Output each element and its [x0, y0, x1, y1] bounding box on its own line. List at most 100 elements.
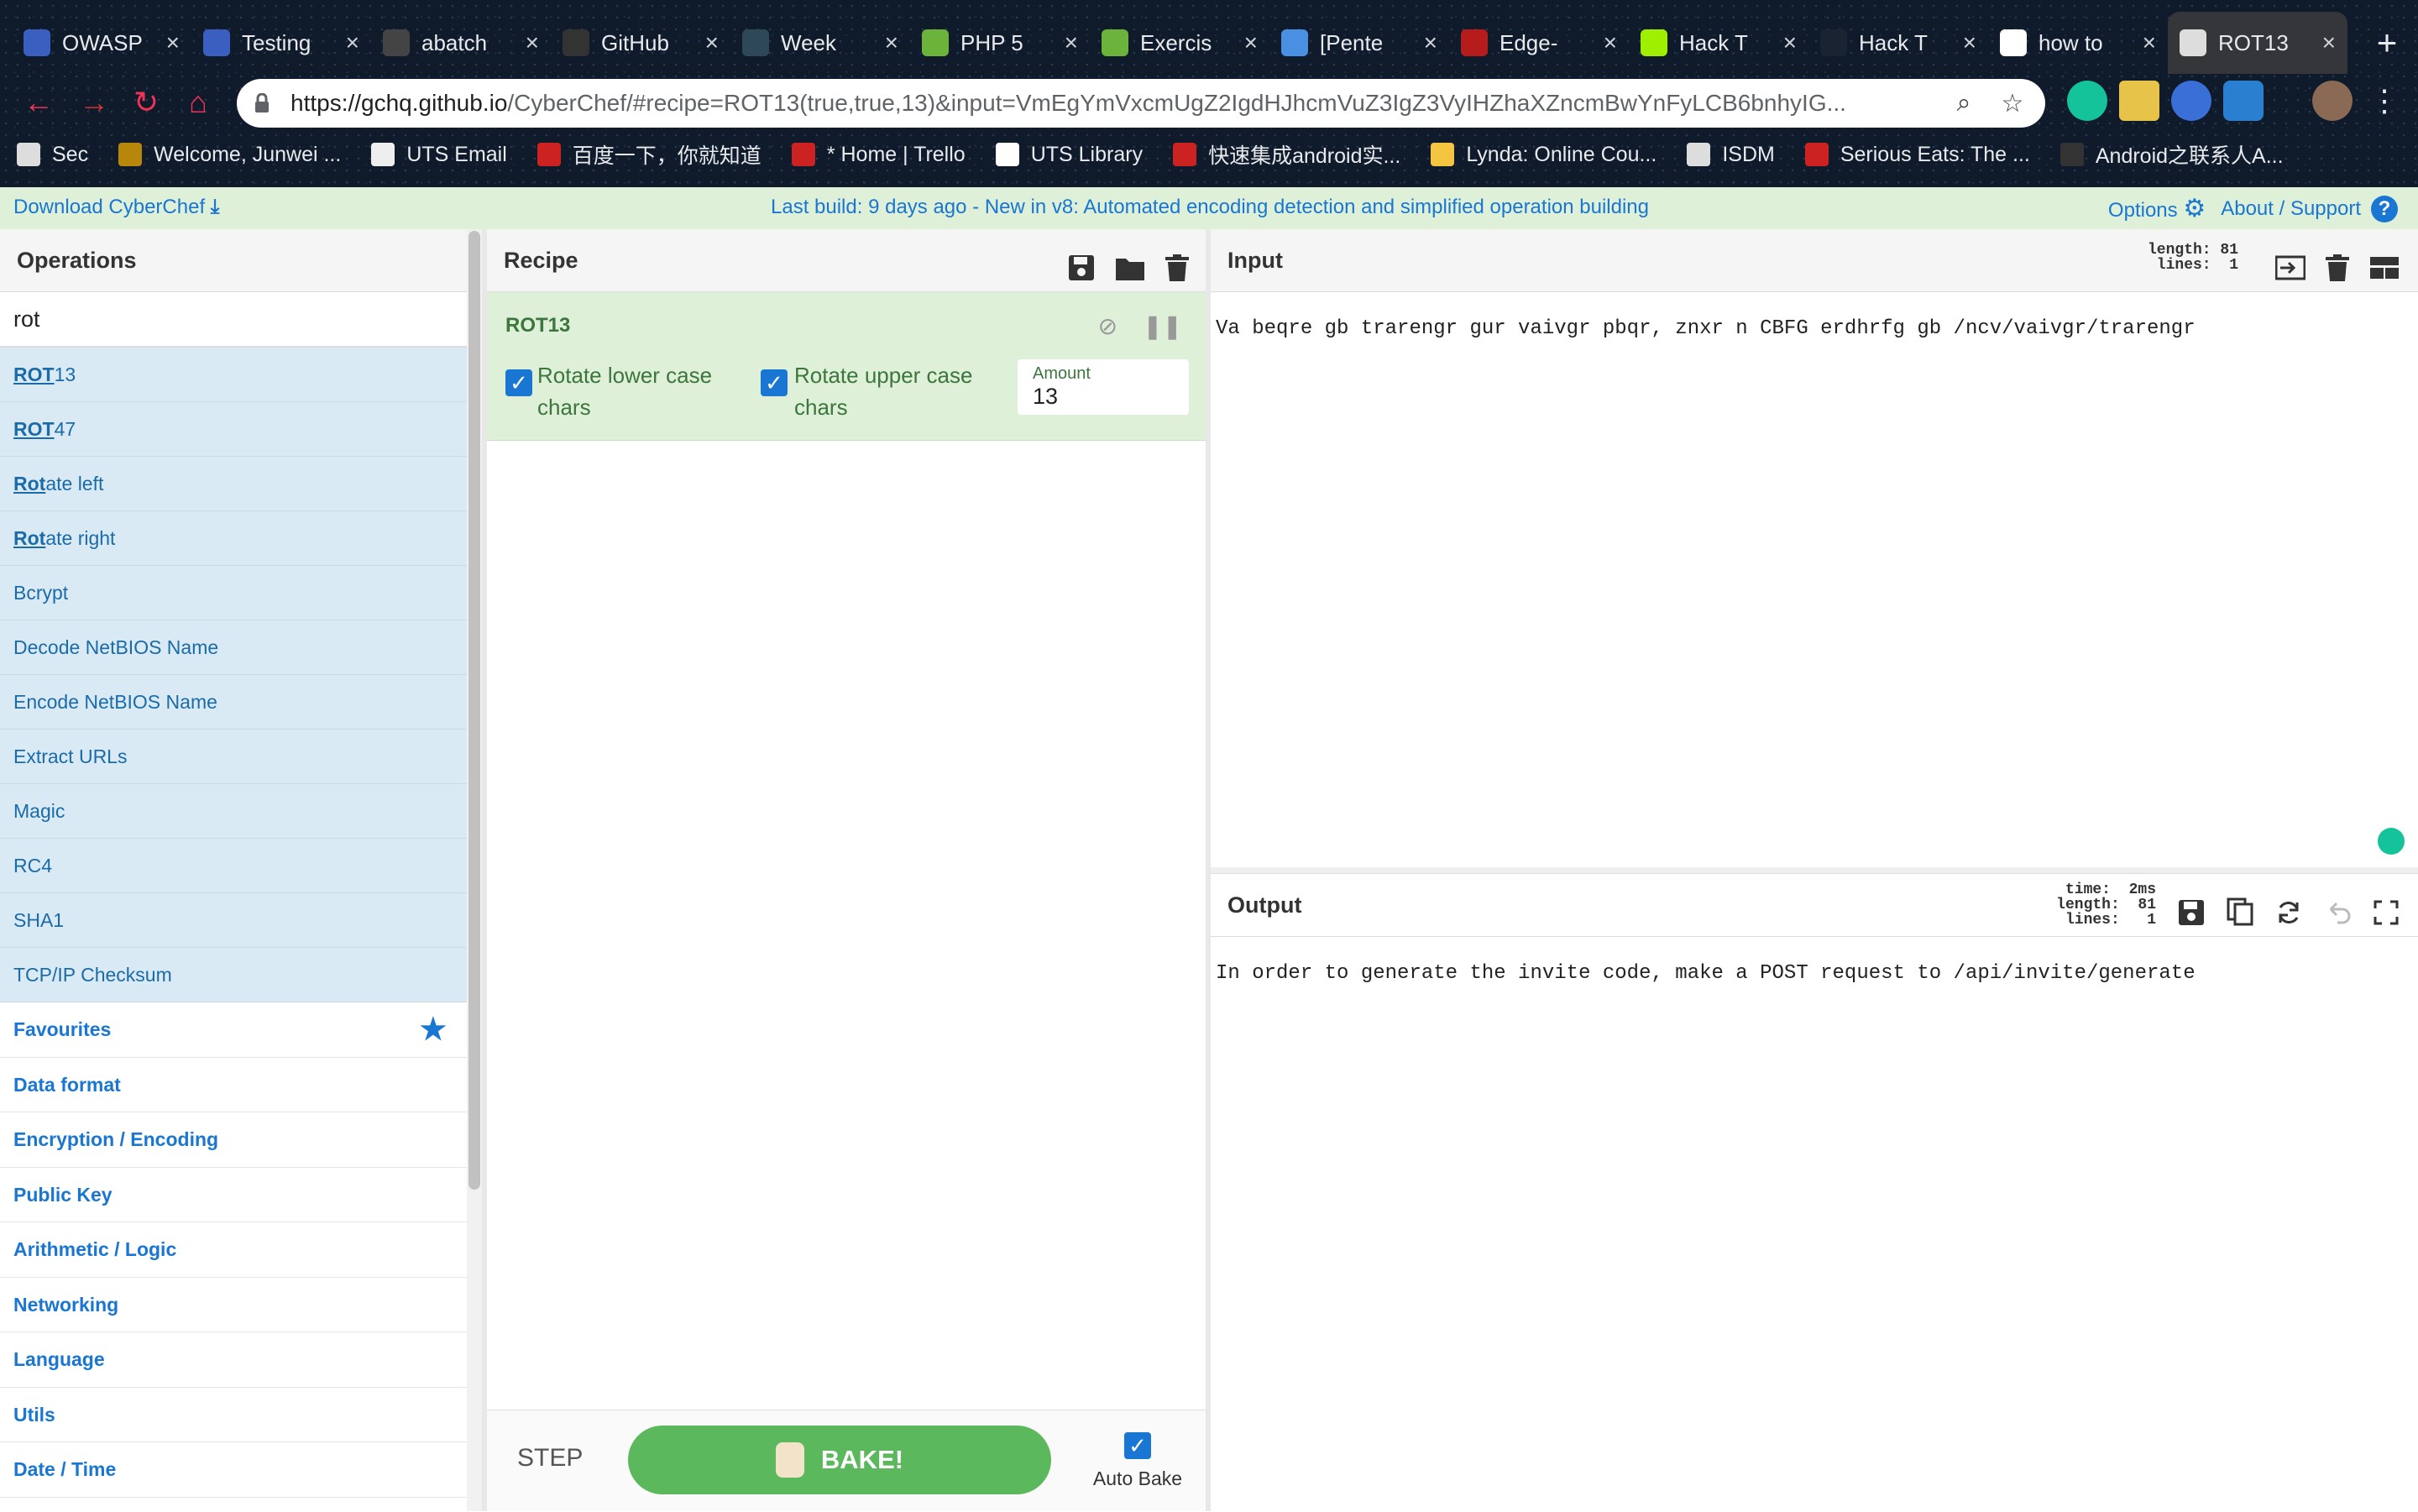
browser-tab[interactable]: PHP 5 × [910, 12, 1090, 74]
operation-item[interactable]: ROT47 [0, 402, 467, 457]
category-item[interactable]: Networking [0, 1278, 467, 1332]
category-item[interactable]: Data format [0, 1058, 467, 1112]
category-item[interactable]: Date / Time [0, 1442, 467, 1498]
browser-tab[interactable]: Edge- × [1449, 12, 1629, 74]
close-tab-icon[interactable]: × [346, 29, 359, 56]
step-button[interactable]: STEP [517, 1444, 583, 1473]
operation-item[interactable]: Rotate right [0, 511, 467, 566]
auto-bake-checkbox[interactable]: ✓ [1124, 1432, 1151, 1459]
home-icon[interactable]: ⌂ [180, 84, 217, 121]
bookmark-item[interactable]: Lynda: Online Cou... [1431, 143, 1656, 167]
io-splitter[interactable] [1211, 867, 2418, 873]
extension-badge-icon[interactable] [2223, 81, 2264, 121]
scrollbar-thumb[interactable] [468, 231, 480, 1190]
close-tab-icon[interactable]: × [1783, 29, 1797, 56]
operation-item[interactable]: Decode NetBIOS Name [0, 620, 467, 675]
browser-tab[interactable]: how to × [1988, 12, 2168, 74]
breakpoint-icon[interactable]: ❚❚ [1143, 312, 1182, 340]
amount-value[interactable]: 13 [1033, 384, 1174, 410]
input-textarea[interactable]: Va beqre gb trarengr gur vaivgr pbqr, zn… [1211, 292, 2418, 365]
disable-icon[interactable]: ⊘ [1098, 312, 1117, 340]
operation-item[interactable]: Extract URLs [0, 730, 467, 784]
options-link[interactable]: Options ⚙ [2108, 194, 2206, 223]
close-tab-icon[interactable]: × [1424, 29, 1437, 56]
auto-bake-toggle[interactable]: ✓ Auto Bake [1091, 1432, 1184, 1490]
category-item[interactable]: Utils [0, 1388, 467, 1442]
close-tab-icon[interactable]: × [705, 29, 719, 56]
bookmark-item[interactable]: UTS Library [995, 143, 1143, 167]
browser-tab[interactable]: abatch × [371, 12, 551, 74]
grammarly-icon[interactable] [2067, 81, 2107, 121]
close-tab-icon[interactable]: × [2143, 29, 2156, 56]
copy-output-icon[interactable] [2227, 887, 2253, 950]
close-tab-icon[interactable]: × [1244, 29, 1258, 56]
about-support-link[interactable]: About / Support ? [2221, 195, 2398, 222]
forward-icon[interactable]: → [76, 84, 113, 121]
menu-icon[interactable]: ⋮ [2364, 81, 2405, 121]
bookmark-item[interactable]: 百度一下，你就知道 [536, 139, 762, 170]
browser-tab[interactable]: Exercis × [1090, 12, 1269, 74]
reload-icon[interactable]: ↻ [128, 84, 165, 121]
category-item[interactable]: Favourites ★ [0, 1002, 467, 1058]
close-tab-icon[interactable]: × [2322, 29, 2336, 56]
bookmark-item[interactable]: Android之联系人A... [2059, 139, 2284, 170]
add-input-icon[interactable] [2274, 243, 2306, 305]
recipe-operation-rot13[interactable]: ROT13 ⊘ ❚❚ ✓ Rotate lower case chars ✓ R… [487, 292, 1206, 441]
extension-icon[interactable] [2119, 81, 2159, 121]
operations-scrollbar[interactable] [467, 229, 482, 1511]
undo-icon[interactable] [2324, 887, 2351, 950]
zoom-icon[interactable]: ⌕ [1948, 89, 1980, 118]
bookmark-item[interactable]: Serious Eats: The ... [1804, 143, 2030, 167]
category-item[interactable]: Public Key [0, 1168, 467, 1222]
category-item[interactable]: Arithmetic / Logic [0, 1222, 467, 1278]
category-item[interactable]: Encryption / Encoding [0, 1112, 467, 1168]
new-tab-button[interactable]: + [2364, 20, 2410, 65]
globe-extension-icon[interactable] [2171, 81, 2211, 121]
operation-item[interactable]: SHA1 [0, 893, 467, 948]
bake-button[interactable]: BAKE! [628, 1426, 1051, 1494]
replace-input-icon[interactable] [2275, 887, 2302, 950]
download-cyberchef-link[interactable]: Download CyberChef ⤓ [13, 196, 219, 219]
bookmark-item[interactable]: ISDM [1687, 143, 1775, 167]
operation-item[interactable]: Rotate left [0, 457, 467, 511]
operations-search-input[interactable]: rot [0, 292, 467, 348]
bookmark-item[interactable]: UTS Email [371, 143, 507, 167]
bookmark-item[interactable]: Welcome, Junwei ... [118, 143, 341, 167]
browser-tab[interactable]: Week × [730, 12, 910, 74]
operation-item[interactable]: RC4 [0, 839, 467, 893]
close-tab-icon[interactable]: × [885, 29, 898, 56]
bookmark-item[interactable]: 快速集成android实... [1173, 139, 1400, 170]
browser-tab[interactable]: Hack T × [1808, 12, 1988, 74]
bookmark-item[interactable]: Sec [17, 143, 88, 167]
operation-item[interactable]: Encode NetBIOS Name [0, 675, 467, 730]
close-tab-icon[interactable]: × [166, 29, 180, 56]
operation-item[interactable]: TCP/IP Checksum [0, 948, 467, 1002]
operation-item[interactable]: Bcrypt [0, 566, 467, 620]
browser-tab[interactable]: Testing × [191, 12, 371, 74]
close-tab-icon[interactable]: × [526, 29, 539, 56]
browser-tab[interactable]: [Pente × [1269, 12, 1449, 74]
rotate-lower-checkbox[interactable]: ✓ [505, 369, 532, 396]
address-bar[interactable]: https://gchq.github.io/CyberChef/#recipe… [237, 79, 2045, 128]
close-tab-icon[interactable]: × [1963, 29, 1976, 56]
amount-field[interactable]: Amount 13 [1018, 359, 1189, 415]
browser-tab[interactable]: GitHub × [551, 12, 730, 74]
maximise-output-icon[interactable] [2373, 887, 2400, 950]
browser-tab[interactable]: Hack T × [1629, 12, 1808, 74]
operation-item[interactable]: Magic [0, 784, 467, 839]
category-item[interactable]: Language [0, 1332, 467, 1388]
bookmark-star-icon[interactable]: ☆ [1997, 89, 2028, 118]
browser-tab[interactable]: OWASP × [12, 12, 191, 74]
clear-input-icon[interactable] [2326, 243, 2349, 305]
profile-avatar[interactable] [2312, 81, 2353, 121]
save-output-icon[interactable] [2178, 887, 2205, 950]
reset-layout-icon[interactable] [2369, 243, 2400, 305]
bookmark-item[interactable]: * Home | Trello [791, 143, 966, 167]
operation-item[interactable]: ROT13 [0, 348, 467, 402]
rotate-upper-checkbox[interactable]: ✓ [761, 369, 788, 396]
grammarly-icon[interactable] [2378, 828, 2405, 855]
browser-tab[interactable]: ROT13 × [2168, 12, 2347, 74]
close-tab-icon[interactable]: × [1604, 29, 1617, 56]
back-icon[interactable]: ← [20, 84, 57, 121]
close-tab-icon[interactable]: × [1065, 29, 1078, 56]
